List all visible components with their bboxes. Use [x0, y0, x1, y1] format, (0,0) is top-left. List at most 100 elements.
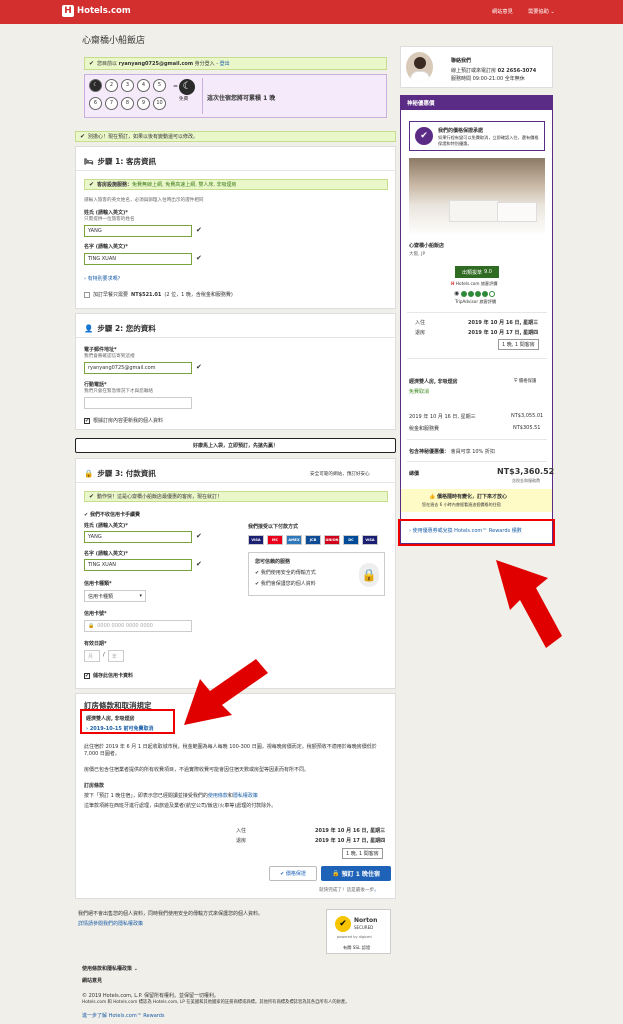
protect-title: 您可信賴的服務	[255, 559, 291, 565]
total-price: NT$3,360.52	[497, 467, 555, 476]
notice-bar: ✔ 別擔心！現在預訂，如果以後有變動還可以修改。	[75, 131, 396, 142]
stay-summary: 1 晚, 1 間客房	[342, 848, 383, 859]
update-checkbox[interactable]: ✔	[84, 417, 90, 424]
equals-sign: =	[173, 83, 179, 90]
last-step-link[interactable]: 。	[374, 887, 379, 893]
tripadvisor-owl-icon: ◉	[454, 290, 460, 297]
chevron-down-icon: ⌄	[550, 9, 555, 15]
check-icon: ✔	[80, 133, 86, 140]
sidebar-hotel-location: 大阪, JP	[409, 252, 426, 257]
book-button[interactable]: 🔒 預訂 1 晚住宿	[321, 866, 391, 881]
footer-privacy-link[interactable]: 詳情請參閱我們的隱私權政策	[78, 920, 143, 927]
bed-icon: 🛏	[84, 157, 94, 166]
member-label: 包含神秘優惠價：	[409, 449, 450, 455]
stamp-circle: 4	[137, 79, 150, 92]
login-prefix: 您目前以	[97, 61, 118, 67]
card-number-placeholder: 0000 0000 0000 0000	[97, 623, 153, 629]
stamps-message: 這次住宿您將可累積 1 晚	[207, 95, 276, 102]
divider	[407, 461, 547, 462]
rules-title: 訂房條款	[84, 783, 105, 789]
book-label: 預訂 1 晚住宿	[341, 871, 380, 878]
expiry-month-input[interactable]: 月	[84, 650, 100, 662]
given-name-label: 名字 (請輸入英文)*	[84, 244, 128, 250]
rewards-stamps-card: ☾ 2 3 4 5 6 7 8 9 10 = ☾ 免費 這次住宿您將可累積 1 晚	[84, 74, 387, 118]
guarantee-box: ✔ 我們的價格保證承諾 如果行程有變可以免費取消，立即確認入住，還有價格保證和特…	[409, 121, 545, 151]
copyright-1: © 2019 Hotels.com, L.P. 保留所有權利。並保留一切權利。	[82, 993, 219, 999]
hotels-logo[interactable]: H Hotels.com	[62, 5, 131, 17]
norton-badge[interactable]: ✔ Norton SECURED powered by digicert 有關 …	[326, 909, 391, 954]
card-type-value: 信用卡種類	[88, 594, 114, 600]
hotel-photo[interactable]	[409, 158, 545, 236]
contact-phone[interactable]: 02 2656-3074	[498, 68, 537, 74]
secure-text: 安全可靠的網站，預訂好安心	[310, 472, 370, 477]
update-profile-option[interactable]: ✔ 根據訂房內容更新我的個人資料	[84, 417, 163, 424]
sidebar-date-line: 2019 年 10 月 16 日, 星期三	[409, 414, 476, 420]
given-name-input[interactable]: TING XUAN	[84, 253, 192, 265]
annotation-arrow-left	[184, 659, 268, 725]
lock-icon: 🔒	[332, 870, 340, 877]
card-number-input[interactable]: 🔒 0000 0000 0000 0000	[84, 620, 192, 632]
privacy-policy-link[interactable]: 隱私權政策	[233, 793, 258, 799]
norton-by: powered by digicert	[337, 935, 372, 939]
expiry-year-input[interactable]: 年	[108, 650, 124, 662]
price-guarantee-label: 價格保證	[285, 871, 306, 877]
card-logo-dc: DC	[343, 535, 359, 545]
protect-text-2: 我們會保護您的個人資料	[260, 581, 316, 587]
guarantee-text: 如果行程有變可以免費取消，立即確認入住，還有價格保證和特別優惠。	[438, 135, 539, 146]
promo-banner: 好康馬上入袋，立即預訂，先搶先贏！	[75, 438, 396, 453]
terms-processing: 這筆款項將在西班牙進行處理，由旅遊及業者(航空公司/飯店/火車等)處理的付款除外…	[84, 803, 277, 809]
save-card-option[interactable]: ✔ 儲存此信用卡資料	[84, 672, 133, 679]
checkout-label: 退房	[236, 838, 247, 844]
urgency-text: 動作快！這是心齋橋小船飯店最優惠的客房，現在就訂！	[97, 494, 223, 500]
moon-icon: ☾	[179, 79, 195, 95]
sidebar-checkout-date: 2019 年 10 月 17 日, 星期四	[468, 330, 539, 336]
checkin-date: 2019 年 10 月 16 日, 星期三	[315, 828, 386, 834]
nav-help[interactable]: 需要協助 ⌄	[528, 8, 555, 15]
surname-sub: 只需提供一位旅客的姓名	[84, 217, 135, 222]
price-guarantee-button[interactable]: ✔ 價格保證	[269, 866, 317, 881]
terms-of-use-link[interactable]: 使用條款	[208, 793, 228, 799]
norton-sub: SECURED	[354, 925, 374, 930]
nav-feedback[interactable]: 網站意見	[492, 8, 513, 15]
card-given-input[interactable]: TING XUAN	[84, 559, 192, 571]
sidebar-room-name: 經濟雙人房, 非吸煙房	[409, 379, 458, 385]
special-request-link[interactable]: › 有特別要求嗎？	[84, 275, 123, 282]
annotation-arrow-up	[496, 560, 562, 648]
card-surname-input[interactable]: YANG	[84, 531, 192, 543]
card-surname-label: 姓氏 (請輸入英文)*	[84, 523, 128, 529]
no-fee-text: 我們不收信用卡手續費	[89, 512, 140, 518]
booking-summary: 神秘優惠價 ✔ 我們的價格保證承諾 如果行程有變可以免費取消，立即確認入住，還有…	[400, 95, 555, 544]
logout-link[interactable]: 登出	[220, 60, 230, 67]
email-input[interactable]: ryanyang0725@gmail.com	[84, 362, 192, 374]
rewards-info-link[interactable]: 進一步了解 Hotels.com™ Rewards	[82, 1012, 165, 1019]
bed-image	[497, 202, 537, 222]
rating-source: H Hotels.com 旅客評價	[451, 281, 498, 287]
footer-terms-link[interactable]: 使用條款和隱私權政策 ⌄	[82, 965, 138, 972]
save-card-checkbox[interactable]: ✔	[84, 672, 90, 679]
email-sub: 我們會將確認信寄到這裡	[84, 354, 135, 359]
nav-help-label: 需要協助	[528, 9, 549, 15]
phone-input[interactable]	[84, 397, 192, 409]
terms-accept: 按下「預訂 1 晚住宿」，即表示您已經閱讀並接受我們的使用條款和隱私權政策	[84, 792, 390, 799]
guarantee-title: 我們的價格保證承諾	[438, 128, 484, 134]
last-step-note: 就快完成了！這是最後一步。	[319, 886, 379, 893]
terms-price-note: 房價已包含住宿業者提供的所有收費項目，不過實際收費可能會因住宿天數或房型等因素而…	[84, 767, 310, 773]
surname-input[interactable]: YANG	[84, 225, 192, 237]
breakfast-checkbox[interactable]	[84, 291, 90, 298]
norton-caption: 有關 SSL 認證	[343, 945, 371, 950]
breakfast-suffix: (2 位，1 晚，含稅金和服務費)	[164, 292, 233, 298]
stamp-circle: 8	[121, 97, 134, 110]
rating-label: 出類拔萃	[462, 269, 483, 276]
sidebar-free-cancel: 免費取消	[409, 389, 430, 395]
breakfast-option[interactable]: 加訂早餐只需要 NT$521.01 (2 位，1 晚，含稅金和服務費)	[84, 291, 233, 298]
price-change-box: 👍 價格隨時有變化，訂下來才放心 您在過去 6 小時內曾經看過這個價格的住宿	[401, 489, 552, 512]
rating-value: 9.0	[484, 269, 492, 275]
divider	[407, 312, 547, 313]
step2-title: 步驟 2: 您的資料	[97, 324, 156, 333]
footer-feedback-link[interactable]: 網站意見	[82, 977, 102, 984]
special-request-label: 有特別要求嗎？	[87, 276, 123, 282]
sidebar-checkin-label: 入住	[415, 320, 426, 326]
breakfast-prefix: 加訂早餐只需要	[93, 292, 129, 298]
member-discount: 包含神秘優惠價： 會員可享 10% 折扣	[409, 448, 495, 455]
card-type-select[interactable]: 信用卡種類 ▾	[84, 590, 146, 602]
